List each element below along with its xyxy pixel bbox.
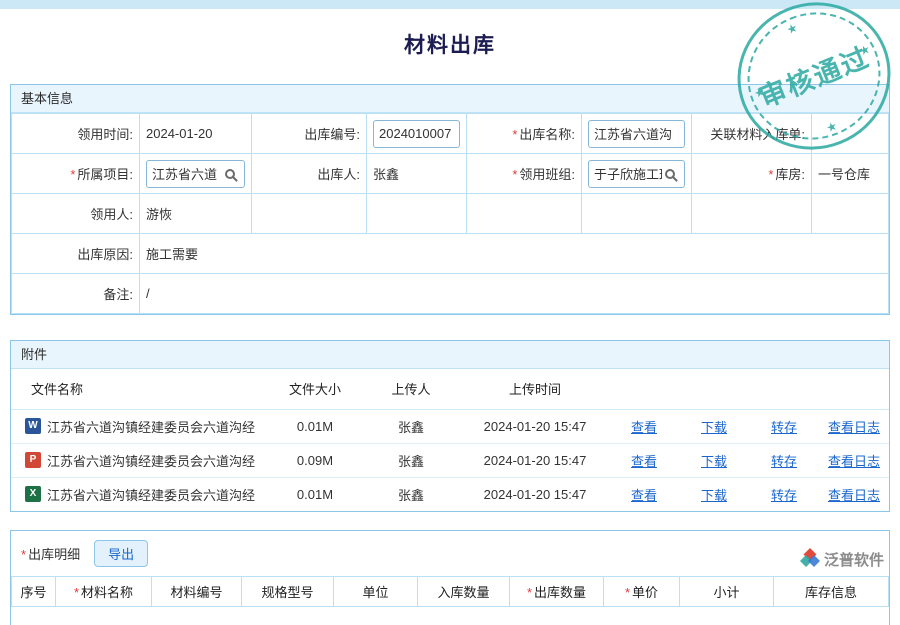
top-bar: [0, 0, 900, 9]
col-material-no: 材料编号: [152, 577, 242, 607]
attachments-header-row: 文件名称 文件大小 上传人 上传时间: [11, 369, 889, 409]
word-file-icon: W: [25, 418, 41, 434]
detail-table: 序号 *材料名称 材料编号 规格型号 单位 入库数量 *出库数量 *单价 小计 …: [11, 576, 889, 607]
receive-team-input[interactable]: 于子欣施工班: [588, 160, 685, 188]
attachments-table: 文件名称 文件大小 上传人 上传时间 W 江苏省六道沟镇经建委员会六道沟经 0.0…: [11, 369, 889, 511]
col-stock-info: 库存信息: [774, 577, 889, 607]
file-name: 江苏省六道沟镇经建委员会六道沟经: [47, 451, 255, 470]
reason-value: 施工需要: [140, 234, 889, 274]
detail-section-title: *出库明细: [21, 544, 80, 563]
transfer-link[interactable]: 转存: [771, 454, 797, 469]
remark-label: 备注:: [12, 274, 140, 314]
detail-header-row: 序号 *材料名称 材料编号 规格型号 单位 入库数量 *出库数量 *单价 小计 …: [12, 577, 889, 607]
search-icon[interactable]: [665, 169, 675, 179]
file-name: 江苏省六道沟镇经建委员会六道沟经: [47, 417, 255, 436]
view-log-link[interactable]: 查看日志: [828, 420, 880, 435]
ppt-file-icon: P: [25, 452, 41, 468]
attachment-row: P 江苏省六道沟镇经建委员会六道沟经 0.09M 张鑫 2024-01-20 15…: [11, 443, 889, 477]
col-seq: 序号: [12, 577, 56, 607]
search-icon[interactable]: [225, 169, 235, 179]
empty-cell: [252, 194, 367, 234]
col-action: [679, 369, 749, 409]
uploader: 张鑫: [361, 409, 461, 443]
col-spec: 规格型号: [242, 577, 334, 607]
project-label: *所属项目:: [12, 154, 140, 194]
warehouse-label: *库房:: [692, 154, 812, 194]
file-size: 0.01M: [269, 477, 361, 511]
receiver-label: 领用人:: [12, 194, 140, 234]
view-link[interactable]: 查看: [631, 454, 657, 469]
download-link[interactable]: 下载: [701, 420, 727, 435]
receive-time-label: 领用时间:: [12, 114, 140, 154]
brand-name: 泛普软件: [824, 549, 884, 570]
col-action: [749, 369, 819, 409]
attachment-row: W 江苏省六道沟镇经建委员会六道沟经 0.01M 张鑫 2024-01-20 15…: [11, 409, 889, 443]
project-input[interactable]: 江苏省六道: [146, 160, 245, 188]
upload-time: 2024-01-20 15:47: [461, 409, 609, 443]
attachments-panel: 附件 文件名称 文件大小 上传人 上传时间 W 江苏省六道沟镇经建委员会六道沟经 …: [10, 340, 890, 512]
col-outbound-qty: *出库数量: [510, 577, 604, 607]
attachment-row: X 江苏省六道沟镇经建委员会六道沟经 0.01M 张鑫 2024-01-20 15…: [11, 477, 889, 511]
attachments-header: 附件: [11, 341, 889, 369]
uploader: 张鑫: [361, 443, 461, 477]
uploader: 张鑫: [361, 477, 461, 511]
col-file-name: 文件名称: [11, 369, 269, 409]
upload-time: 2024-01-20 15:47: [461, 443, 609, 477]
empty-cell: [467, 194, 582, 234]
upload-time: 2024-01-20 15:47: [461, 477, 609, 511]
remark-value: /: [140, 274, 889, 314]
col-upload-time: 上传时间: [461, 369, 609, 409]
outbound-name-label: *出库名称:: [467, 114, 582, 154]
outbound-person-label: 出库人:: [252, 154, 367, 194]
outbound-no-input[interactable]: 2024010007: [373, 120, 460, 148]
view-log-link[interactable]: 查看日志: [828, 454, 880, 469]
receive-team-label: *领用班组:: [467, 154, 582, 194]
col-action: [609, 369, 679, 409]
warehouse-value: 一号仓库: [812, 154, 889, 194]
outbound-name-input[interactable]: 江苏省六道沟: [588, 120, 685, 148]
col-uploader: 上传人: [361, 369, 461, 409]
reason-label: 出库原因:: [12, 234, 140, 274]
col-unit: 单位: [334, 577, 418, 607]
related-inbound-value: [812, 114, 889, 154]
related-inbound-label: 关联材料入库单:: [692, 114, 812, 154]
file-size: 0.01M: [269, 409, 361, 443]
col-material-name: *材料名称: [56, 577, 152, 607]
empty-cell: [582, 194, 692, 234]
receiver-value: 游恢: [140, 194, 252, 234]
download-link[interactable]: 下载: [701, 488, 727, 503]
file-size: 0.09M: [269, 443, 361, 477]
empty-cell: [812, 194, 889, 234]
file-name: 江苏省六道沟镇经建委员会六道沟经: [47, 485, 255, 504]
view-link[interactable]: 查看: [631, 420, 657, 435]
empty-cell: [692, 194, 812, 234]
col-file-size: 文件大小: [269, 369, 361, 409]
basic-info-panel: 基本信息 领用时间: 2024-01-20 出库编号: 2024010007 *…: [10, 84, 890, 315]
brand-logo: 泛普软件: [800, 548, 884, 571]
basic-info-table: 领用时间: 2024-01-20 出库编号: 2024010007 *出库名称:…: [11, 113, 889, 314]
transfer-link[interactable]: 转存: [771, 488, 797, 503]
outbound-person-value: 张鑫: [367, 154, 467, 194]
view-link[interactable]: 查看: [631, 488, 657, 503]
basic-info-header: 基本信息: [11, 85, 889, 113]
download-link[interactable]: 下载: [701, 454, 727, 469]
receive-time-value: 2024-01-20: [140, 114, 252, 154]
view-log-link[interactable]: 查看日志: [828, 488, 880, 503]
outbound-no-label: 出库编号:: [252, 114, 367, 154]
page-title: 材料出库: [0, 29, 900, 59]
outbound-detail-panel: *出库明细 导出 序号 *材料名称 材料编号 规格型号 单位 入库数量 *出库数…: [10, 530, 890, 625]
empty-cell: [367, 194, 467, 234]
col-subtotal: 小计: [680, 577, 774, 607]
col-unit-price: *单价: [604, 577, 680, 607]
col-action: [819, 369, 889, 409]
transfer-link[interactable]: 转存: [771, 420, 797, 435]
fanpu-logo-icon: [800, 548, 820, 571]
excel-file-icon: X: [25, 486, 41, 502]
export-button[interactable]: 导出: [94, 540, 148, 567]
col-inbound-qty: 入库数量: [418, 577, 510, 607]
